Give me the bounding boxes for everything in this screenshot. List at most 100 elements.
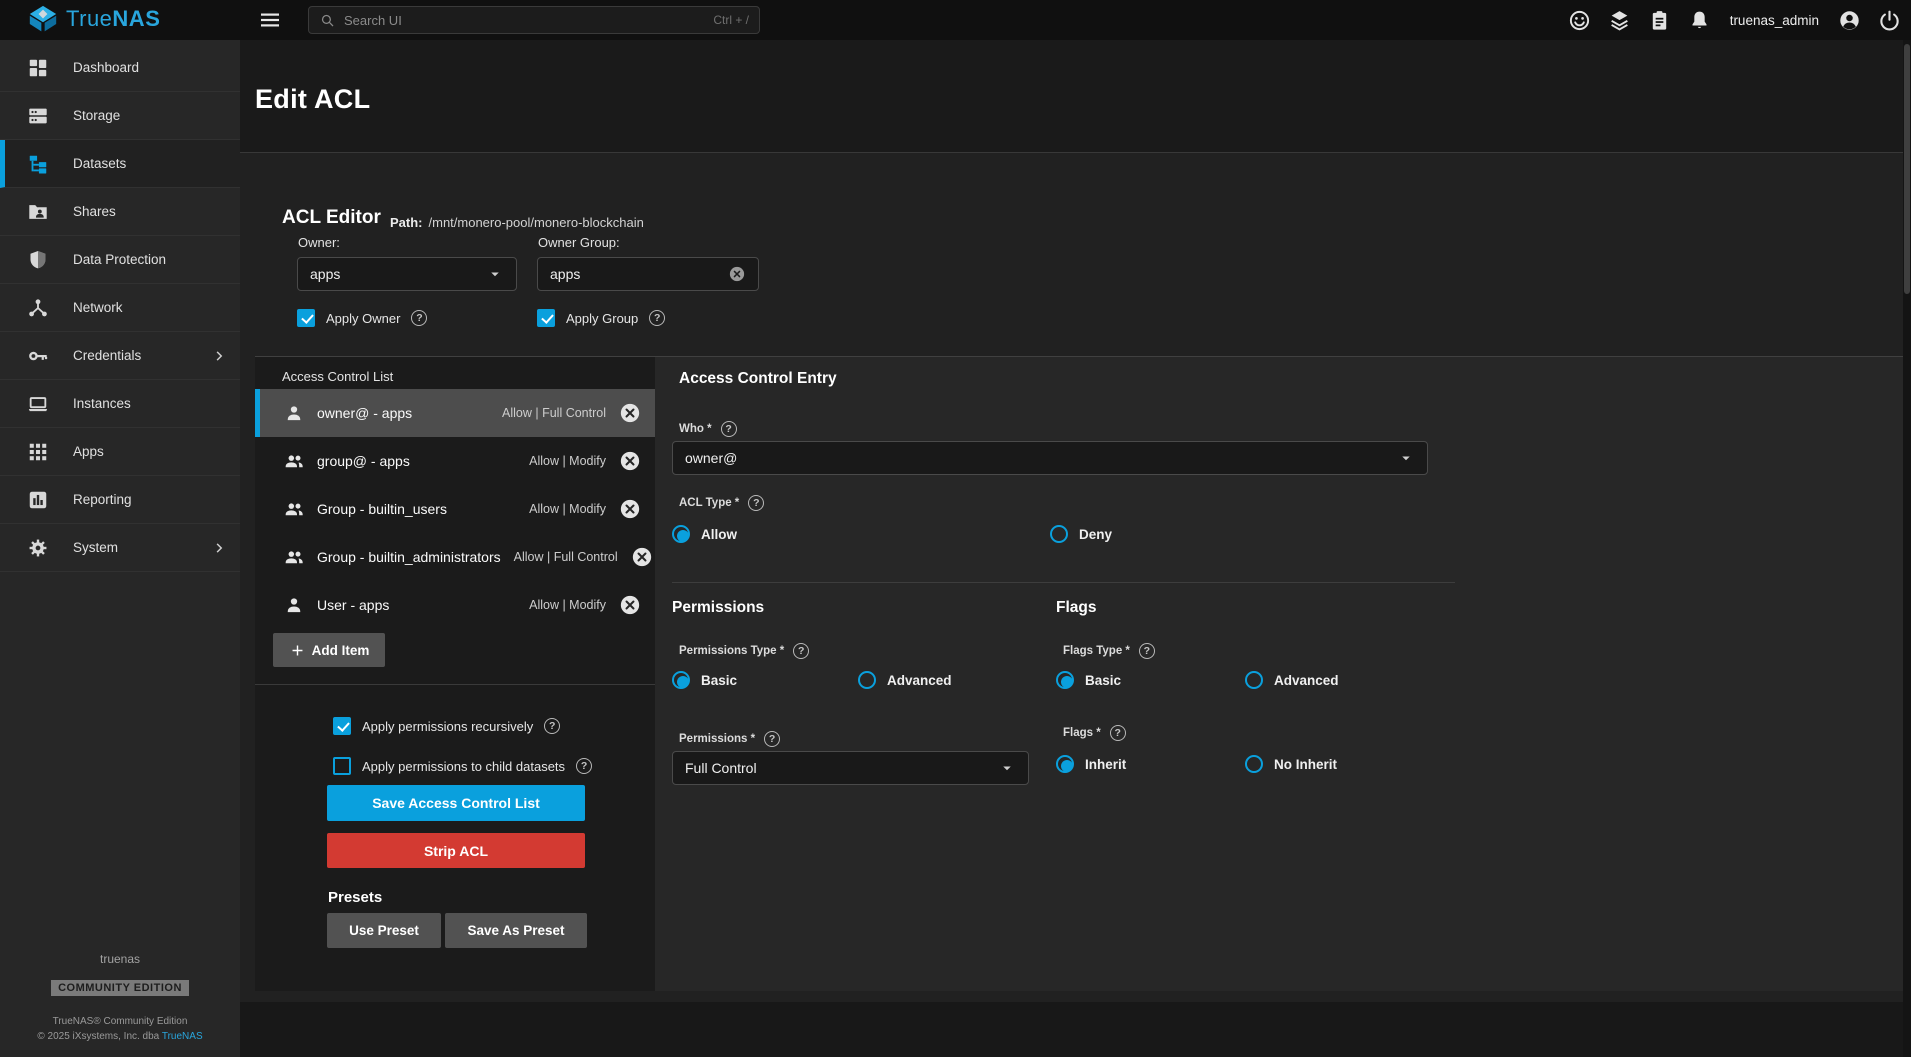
power-icon[interactable]: [1878, 9, 1901, 32]
sidebar-item-apps[interactable]: Apps: [0, 428, 240, 476]
truecommand-icon[interactable]: [1608, 9, 1631, 32]
dashboard-icon: [27, 57, 49, 79]
sidebar-item-instances[interactable]: Instances: [0, 380, 240, 428]
permissions-heading: Permissions: [672, 599, 764, 617]
sidebar-item-label: Shares: [73, 204, 116, 219]
acl-entry-row-builtin-administrators[interactable]: Group - builtin_administrators Allow | F…: [255, 533, 655, 581]
sidebar-item-network[interactable]: Network: [0, 284, 240, 332]
storage-icon: [27, 105, 49, 127]
flags-heading: Flags: [1056, 599, 1096, 617]
user-avatar-icon[interactable]: [1838, 9, 1861, 32]
sidebar-item-credentials[interactable]: Credentials: [0, 332, 240, 380]
use-preset-button[interactable]: Use Preset: [327, 913, 441, 948]
remove-entry-icon[interactable]: [619, 402, 641, 424]
sidebar-item-data-protection[interactable]: Data Protection: [0, 236, 240, 284]
radio-icon: [1056, 755, 1074, 773]
truenas-logo-icon: [28, 5, 58, 33]
bar-chart-icon: [27, 489, 49, 511]
permissions-type-advanced-radio[interactable]: Advanced: [858, 671, 952, 689]
permissions-type-basic-radio[interactable]: Basic: [672, 671, 737, 689]
save-as-preset-button[interactable]: Save As Preset: [445, 913, 587, 948]
help-icon[interactable]: [1139, 643, 1155, 659]
apply-owner-checkbox[interactable]: Apply Owner: [297, 309, 427, 327]
divider: [255, 684, 655, 685]
checkbox-icon: [333, 757, 351, 775]
gear-icon: [27, 537, 49, 559]
help-icon[interactable]: [721, 421, 737, 437]
sidebar-nav: Dashboard Storage Datasets Shares Data P…: [0, 44, 240, 572]
who-select[interactable]: owner@: [672, 441, 1428, 475]
divider: [672, 582, 1455, 583]
acl-entry-row-user-apps[interactable]: User - apps Allow | Modify: [255, 581, 655, 629]
search-input[interactable]: [344, 13, 705, 28]
sidebar-item-label: System: [73, 540, 118, 555]
permissions-select[interactable]: Full Control: [672, 751, 1029, 785]
sidebar-item-shares[interactable]: Shares: [0, 188, 240, 236]
flags-no-inherit-radio[interactable]: No Inherit: [1245, 755, 1337, 773]
flags-inherit-radio[interactable]: Inherit: [1056, 755, 1126, 773]
strip-acl-button[interactable]: Strip ACL: [327, 833, 585, 868]
acl-entry-row-group[interactable]: group@ - apps Allow | Modify: [255, 437, 655, 485]
remove-entry-icon[interactable]: [619, 594, 641, 616]
help-icon[interactable]: [1110, 725, 1126, 741]
acl-type-deny-radio[interactable]: Deny: [1050, 525, 1112, 543]
flags-type-basic-radio[interactable]: Basic: [1056, 671, 1121, 689]
topbar: TrueNAS Ctrl + / truenas_admin: [0, 0, 1911, 40]
sidebar-item-label: Storage: [73, 108, 120, 123]
scrollbar-thumb[interactable]: [1904, 44, 1910, 294]
sidebar-item-reporting[interactable]: Reporting: [0, 476, 240, 524]
sidebar-item-system[interactable]: System: [0, 524, 240, 572]
sidebar-item-datasets[interactable]: Datasets: [0, 140, 240, 188]
permissions-type-label: Permissions Type *: [679, 643, 809, 659]
help-icon[interactable]: [576, 758, 592, 774]
alerts-bell-icon[interactable]: [1688, 9, 1711, 32]
owner-select[interactable]: apps: [297, 257, 517, 291]
truenas-logo[interactable]: TrueNAS: [28, 5, 160, 33]
sidebar-item-label: Reporting: [73, 492, 132, 507]
dropdown-caret-icon: [998, 759, 1016, 777]
person-icon: [284, 595, 304, 615]
flags-type-advanced-radio[interactable]: Advanced: [1245, 671, 1339, 689]
save-acl-button[interactable]: Save Access Control List: [327, 785, 585, 821]
global-search[interactable]: Ctrl + /: [308, 6, 760, 34]
clear-input-icon[interactable]: [728, 265, 746, 283]
help-icon[interactable]: [411, 310, 427, 326]
apply-recursively-checkbox[interactable]: Apply permissions recursively: [333, 717, 560, 735]
edition-text: TrueNAS® Community Edition: [0, 1016, 240, 1027]
acl-entry-row-owner[interactable]: owner@ - apps Allow | Full Control: [255, 389, 655, 437]
truenas-link[interactable]: TrueNAS: [162, 1031, 203, 1042]
menu-toggle-icon[interactable]: [258, 8, 282, 32]
remove-entry-icon[interactable]: [619, 498, 641, 520]
apply-group-checkbox[interactable]: Apply Group: [537, 309, 665, 327]
checkbox-icon: [333, 717, 351, 735]
owner-label: Owner:: [298, 235, 340, 250]
jobs-clipboard-icon[interactable]: [1648, 9, 1671, 32]
acl-list-heading: Access Control List: [282, 369, 393, 384]
remove-entry-icon[interactable]: [619, 450, 641, 472]
owner-group-label: Owner Group:: [538, 235, 620, 250]
help-icon[interactable]: [764, 731, 780, 747]
acl-editor-heading: ACL Editor: [282, 207, 381, 229]
sidebar-item-label: Datasets: [73, 156, 126, 171]
acl-type-allow-radio[interactable]: Allow: [672, 525, 737, 543]
key-icon: [27, 345, 49, 367]
people-icon: [284, 499, 304, 519]
owner-group-input[interactable]: apps: [537, 257, 759, 291]
apply-to-child-datasets-checkbox[interactable]: Apply permissions to child datasets: [333, 757, 592, 775]
radio-icon: [1245, 755, 1263, 773]
help-icon[interactable]: [748, 495, 764, 511]
sidebar: Dashboard Storage Datasets Shares Data P…: [0, 40, 240, 1057]
acl-entry-row-builtin-users[interactable]: Group - builtin_users Allow | Modify: [255, 485, 655, 533]
feedback-smiley-icon[interactable]: [1568, 9, 1591, 32]
hostname: truenas: [0, 952, 240, 966]
help-icon[interactable]: [793, 643, 809, 659]
help-icon[interactable]: [649, 310, 665, 326]
sidebar-item-label: Dashboard: [73, 60, 139, 75]
sidebar-item-dashboard[interactable]: Dashboard: [0, 44, 240, 92]
remove-entry-icon[interactable]: [631, 546, 653, 568]
page-scrollbar[interactable]: [1903, 40, 1911, 1057]
help-icon[interactable]: [544, 718, 560, 734]
add-item-button[interactable]: Add Item: [273, 633, 385, 667]
sidebar-item-storage[interactable]: Storage: [0, 92, 240, 140]
search-icon: [319, 12, 336, 29]
